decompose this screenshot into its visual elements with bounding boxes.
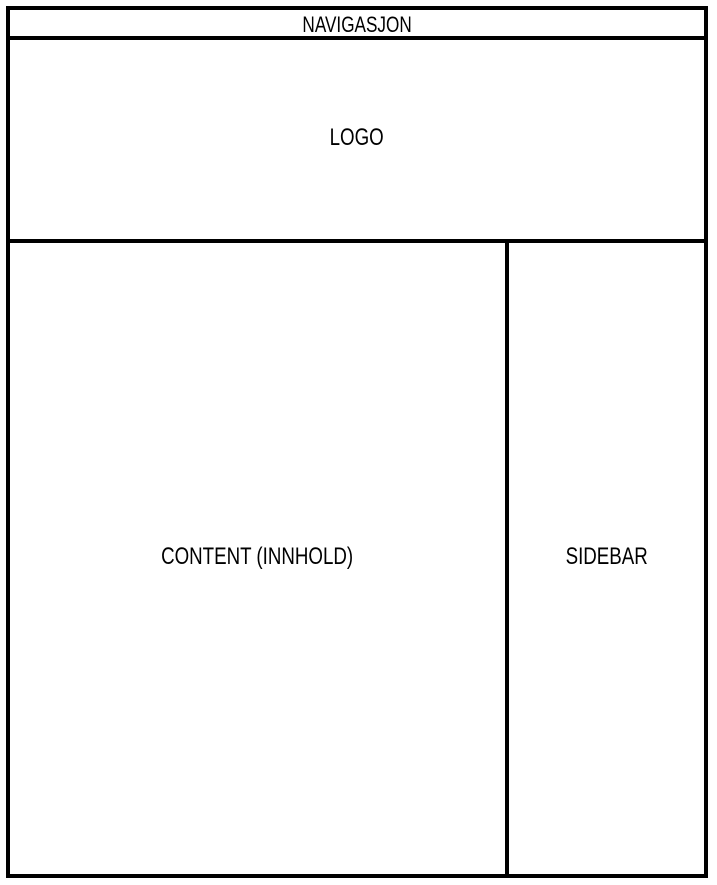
logo-label: LOGO [329,123,385,151]
content-label: CONTENT (INNHOLD) [161,542,354,570]
content-region: CONTENT (INNHOLD) [10,243,509,878]
sidebar-region: SIDEBAR [509,243,704,878]
sidebar-label: SIDEBAR [565,542,648,570]
navigation-label: NAVIGASJON [302,12,412,37]
navigation-region: NAVIGASJON [10,10,704,40]
page-wireframe: NAVIGASJON LOGO CONTENT (INNHOLD) SIDEBA… [6,6,708,878]
logo-region: LOGO [10,40,704,243]
